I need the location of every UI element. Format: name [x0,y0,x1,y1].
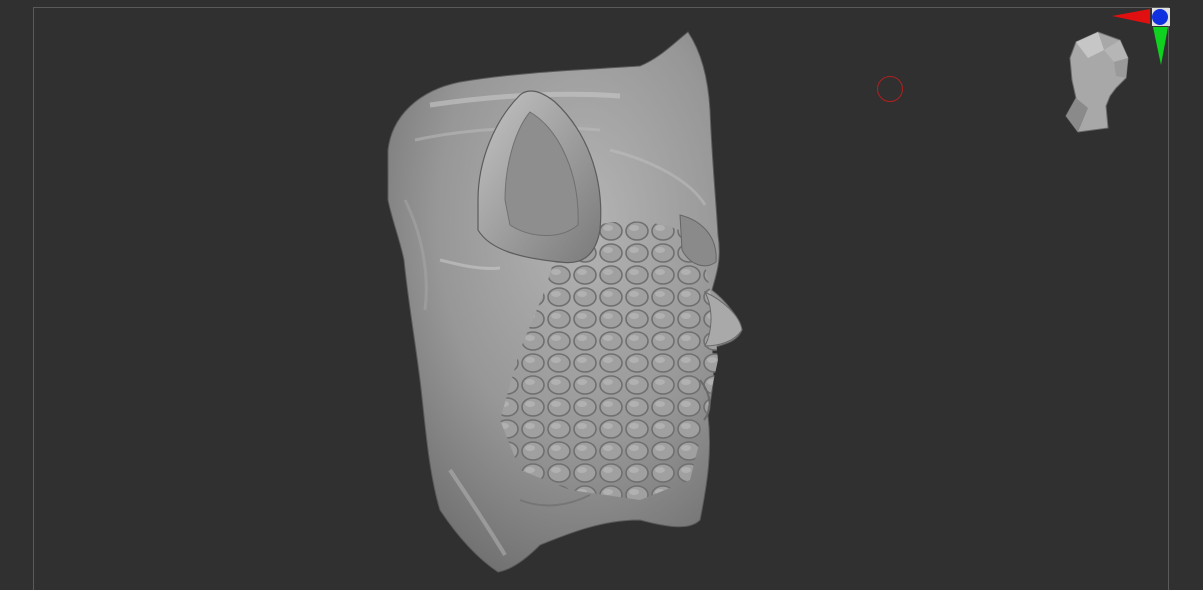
sculpt-viewport[interactable] [0,0,1203,590]
brush-cursor-ring-icon [877,76,903,102]
sculpted-head-model[interactable] [0,0,1203,590]
navigation-head-icon[interactable] [1058,28,1136,134]
y-axis-arrow [1153,27,1168,65]
x-axis-arrow [1112,9,1150,24]
